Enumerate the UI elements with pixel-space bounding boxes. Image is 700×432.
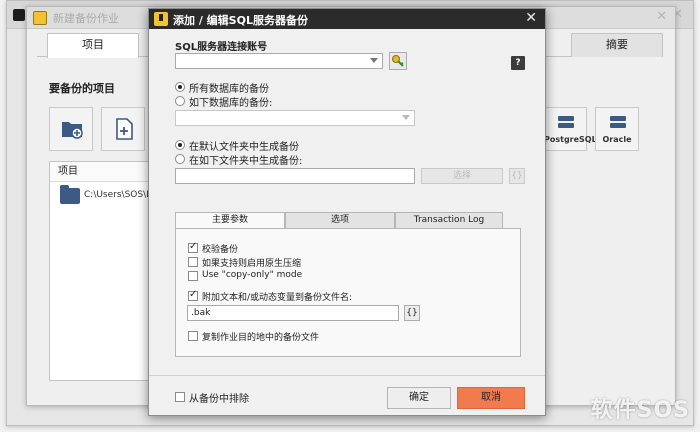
these-databases-label: 如下数据库的备份: [189,98,273,109]
tab-summary[interactable]: 摘要 [571,33,663,57]
app-icon [33,11,47,25]
verify-backup-label: 校验备份 [202,245,239,255]
native-compression-label: 如果支持则启用原生压缩 [202,259,302,269]
custom-folder-radio[interactable] [175,154,185,164]
connection-settings-button[interactable] [389,52,407,70]
copy-backup-label: 复制作业目的地中的备份文件 [202,333,320,343]
general-tab-panel: 校验备份 如果支持则启用原生压缩 Use "copy-only" mode 附加… [175,228,521,357]
folder-path-input[interactable] [175,168,415,184]
list-header: 项目 [50,162,160,182]
dialog-titlebar: 添加 / 编辑SQL服务器备份 ✕ [149,9,545,29]
database-icon [558,116,574,128]
close-icon[interactable]: ✕ [656,9,667,24]
copy-backup-checkbox[interactable] [188,331,198,341]
tab-general[interactable]: 主要参数 [175,212,285,229]
copy-only-checkbox[interactable] [188,271,198,281]
default-folder-radio[interactable] [175,140,185,150]
browse-button[interactable]: 选择 [421,168,503,184]
append-text-checkbox[interactable] [188,289,198,301]
these-databases-radio[interactable] [175,96,185,106]
connection-select[interactable] [175,53,383,69]
connection-label: SQL服务器连接账号 [175,42,268,53]
add-folder-tile[interactable] [49,107,93,151]
file-add-icon [116,118,133,140]
copy-only-label: Use "copy-only" mode [202,270,303,280]
default-folder-label: 在默认文件夹中生成备份 [189,142,299,153]
add-file-tile[interactable] [101,107,145,151]
sql-backup-dialog: 添加 / 编辑SQL服务器备份 ✕ SQL服务器连接账号 ? 所有数据库的备份 … [148,8,546,416]
tile-caption: Oracle [602,135,632,144]
databases-select[interactable] [175,110,415,126]
tab-items[interactable]: 项目 [47,33,139,58]
variables-button[interactable]: {} [404,305,420,321]
watermark: 软件SOS [590,398,690,423]
help-icon[interactable]: ? [511,56,525,70]
postgresql-tile[interactable]: PostgreSQL [543,107,597,151]
window-title: 新建备份作业 [53,12,119,25]
chevron-down-icon [370,58,378,63]
database-icon [610,116,626,128]
oracle-tile[interactable]: Oracle [595,107,639,151]
custom-folder-label: 在如下文件夹中生成备份: [189,156,303,167]
close-icon[interactable]: ✕ [525,10,537,26]
folder-add-icon [62,122,83,139]
key-icon [392,55,404,67]
app-icon [13,9,25,21]
append-text-input[interactable]: .bak [187,305,399,321]
folder-variables-button[interactable]: {} [509,168,525,184]
exclude-label: 从备份中排除 [189,394,249,405]
exclude-checkbox[interactable] [175,392,185,402]
all-databases-radio[interactable] [175,82,185,92]
divider [149,375,545,376]
native-compression-checkbox[interactable] [188,257,198,267]
tile-caption: PostgreSQL [544,135,597,144]
chevron-down-icon [402,115,410,120]
folder-icon [60,185,80,204]
dialog-title: 添加 / 编辑SQL服务器备份 [173,14,308,27]
verify-backup-checkbox[interactable] [188,241,198,253]
items-list[interactable]: 项目 C:\Users\SOS\Desk [49,161,169,381]
ok-button[interactable]: 确定 [387,387,451,409]
tab-transaction-log[interactable]: Transaction Log [395,212,503,228]
append-text-label: 附加文本和/或动态变量到备份文件名: [202,293,353,303]
app-icon [154,12,168,26]
tab-options[interactable]: 选项 [285,212,395,228]
all-databases-label: 所有数据库的备份 [189,84,269,95]
section-title: 要备份的项目 [49,82,115,95]
cancel-button[interactable]: 取消 [457,387,525,409]
